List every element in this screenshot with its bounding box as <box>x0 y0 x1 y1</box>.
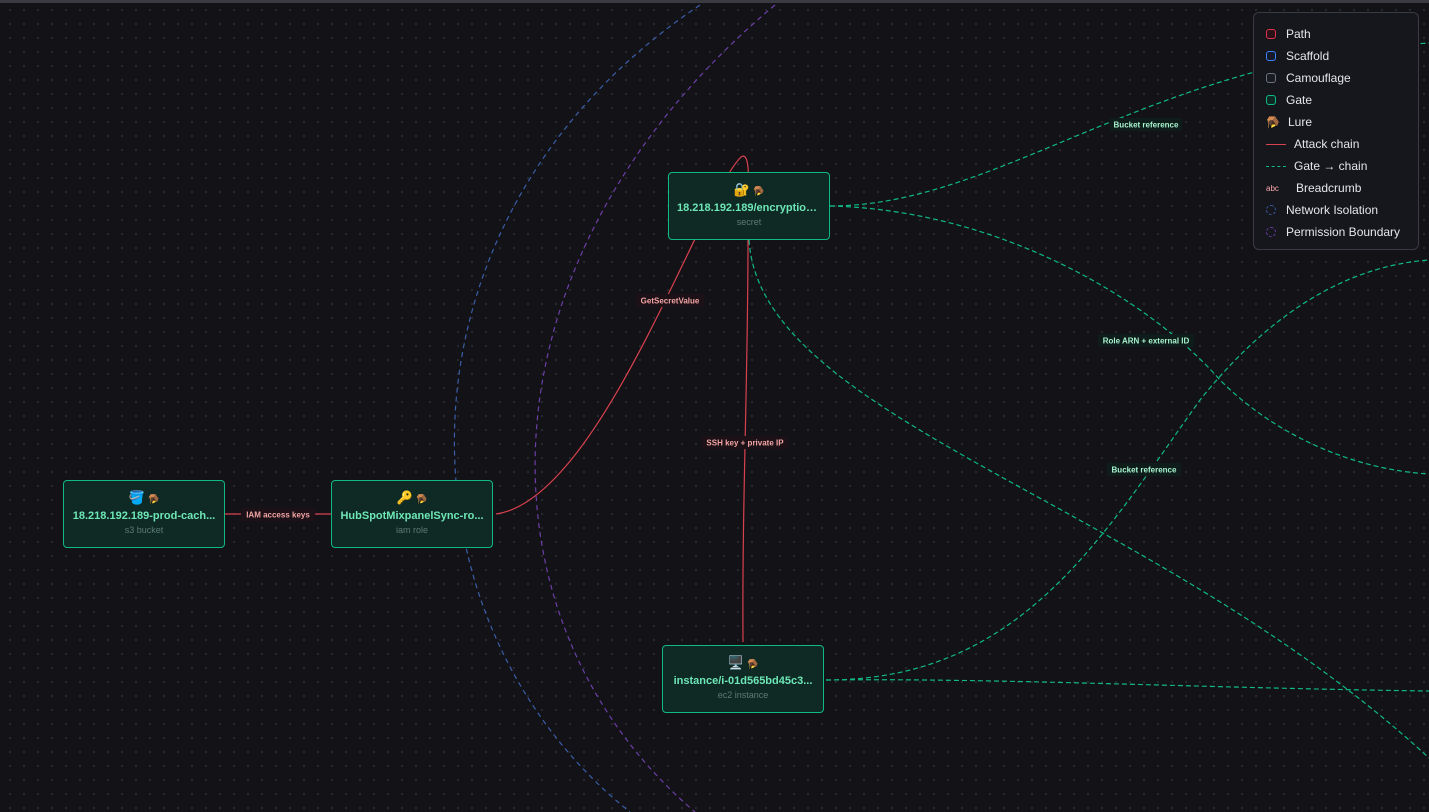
svg-text:Bucket reference: Bucket reference <box>1114 121 1179 130</box>
edge-label-role-arn: Role ARN + external ID <box>1098 334 1194 347</box>
lure-icon: 🪤 <box>415 494 428 504</box>
node-icons: 🔑 🪤 <box>332 490 492 506</box>
node-type: s3 bucket <box>124 525 164 535</box>
node-type: iam role <box>395 525 428 535</box>
scaffold-swatch <box>1266 51 1276 61</box>
legend-label: Lure <box>1288 115 1313 129</box>
lure-icon: 🪤 <box>752 186 765 196</box>
attack-chain-line <box>1266 143 1286 145</box>
lure-icon: 🪤 <box>147 494 160 504</box>
gate-swatch <box>1266 95 1276 105</box>
node-title: HubSpotMixpanelSync-ro... <box>340 510 484 522</box>
legend-label: Network Isolation <box>1286 203 1379 217</box>
legend-label: Attack chain <box>1294 137 1360 151</box>
svg-text:GetSecretValue: GetSecretValue <box>641 297 700 306</box>
svg-text:Bucket reference: Bucket reference <box>1112 466 1177 475</box>
lock-key-icon: 🔐 <box>733 182 750 197</box>
legend-item-breadcrumb: abc Breadcrumb <box>1266 177 1418 199</box>
edge-label-bucket-ref-2: Bucket reference <box>1107 463 1181 476</box>
legend-label: Scaffold <box>1286 49 1330 63</box>
legend-panel: Path Scaffold Camouflage Gate 🪤 Lure Att… <box>1253 12 1419 250</box>
node-icons: 🔐 🪤 <box>669 182 829 198</box>
permission-boundary-swatch <box>1266 227 1276 237</box>
path-swatch <box>1266 29 1276 39</box>
legend-label: Permission Boundary <box>1286 225 1401 239</box>
node-icons: 🖥️ 🪤 <box>663 655 823 671</box>
legend-label: Camouflage <box>1286 71 1351 85</box>
bucket-icon: 🪣 <box>128 490 145 505</box>
legend-item-path: Path <box>1266 23 1418 45</box>
edge-label-iam-keys: IAM access keys <box>241 508 315 521</box>
edge-label-bucket-ref-1: Bucket reference <box>1110 118 1182 131</box>
node-type: ec2 instance <box>717 690 769 700</box>
legend-item-gate: Gate <box>1266 89 1418 111</box>
lure-icon: 🪤 <box>1266 116 1280 129</box>
node-title: instance/i-01d565bd45c3... <box>673 675 813 687</box>
legend-item-network-isolation: Network Isolation <box>1266 199 1418 221</box>
legend-item-camouflage: Camouflage <box>1266 67 1418 89</box>
node-title: 18.218.192.189/encryption... <box>677 202 822 214</box>
graph-canvas[interactable]: IAM access keys GetSecretValue SSH key +… <box>0 0 1429 812</box>
node-title: 18.218.192.189-prod-cach... <box>72 510 216 522</box>
legend-label: Gate <box>1286 93 1313 107</box>
gate-chain-line <box>1266 165 1286 167</box>
legend-label: Breadcrumb <box>1296 181 1362 195</box>
node-type: secret <box>736 217 762 227</box>
legend-label: Gate → chain <box>1294 159 1368 173</box>
node-s3-bucket[interactable]: 🪣 🪤 18.218.192.189-prod-cach... s3 bucket <box>63 480 225 548</box>
monitor-icon: 🖥️ <box>727 655 744 670</box>
svg-text:Role ARN + external ID: Role ARN + external ID <box>1103 337 1190 346</box>
node-secret[interactable]: 🔐 🪤 18.218.192.189/encryption... secret <box>668 172 830 240</box>
svg-text:IAM access keys: IAM access keys <box>246 511 310 520</box>
node-iam-role[interactable]: 🔑 🪤 HubSpotMixpanelSync-ro... iam role <box>331 480 493 548</box>
edge-label-get-secret: GetSecretValue <box>636 294 704 307</box>
node-icons: 🪣 🪤 <box>64 490 224 506</box>
edge-label-ssh: SSH key + private IP <box>702 436 788 449</box>
camouflage-swatch <box>1266 73 1276 83</box>
legend-item-lure: 🪤 Lure <box>1266 111 1418 133</box>
legend-label: Path <box>1286 27 1311 41</box>
legend-item-attack-chain: Attack chain <box>1266 133 1418 155</box>
lure-icon: 🪤 <box>746 659 759 669</box>
legend-item-gate-chain: Gate → chain <box>1266 155 1418 177</box>
node-ec2-instance[interactable]: 🖥️ 🪤 instance/i-01d565bd45c3... ec2 insta… <box>662 645 824 713</box>
legend-item-scaffold: Scaffold <box>1266 45 1418 67</box>
gate-edge-ec2-right <box>825 679 1429 692</box>
svg-text:SSH key + private IP: SSH key + private IP <box>706 439 784 448</box>
key-icon: 🔑 <box>396 490 413 505</box>
network-isolation-swatch <box>1266 205 1276 215</box>
breadcrumb-sample: abc <box>1266 183 1279 193</box>
legend-item-permission-boundary: Permission Boundary <box>1266 221 1418 243</box>
